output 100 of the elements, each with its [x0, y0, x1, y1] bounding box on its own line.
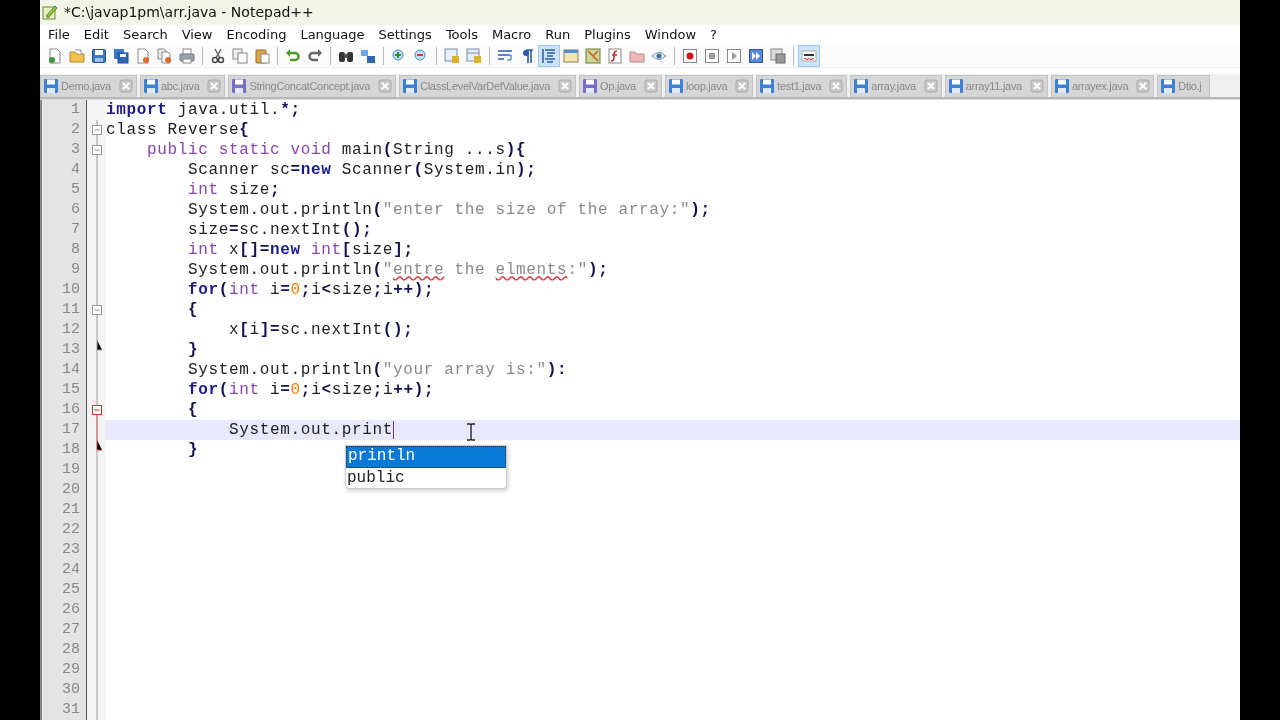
spellcheck-icon[interactable]: [801, 47, 817, 64]
text-cursor-icon: [466, 423, 476, 441]
window-icon[interactable]: [563, 47, 579, 64]
line-number: 13: [61, 340, 81, 360]
folder-icon[interactable]: [69, 47, 85, 64]
line-number: 20: [61, 480, 81, 500]
close-icon[interactable]: [1028, 78, 1045, 95]
close-icon[interactable]: [922, 78, 939, 95]
line-number: 3: [70, 140, 81, 160]
tab-label: array.java: [871, 80, 916, 93]
suggestion-item[interactable]: println: [346, 446, 506, 468]
tab-label: Demo.java: [61, 80, 111, 93]
tab-label: array11.java: [965, 80, 1022, 93]
printer-icon[interactable]: [179, 47, 195, 64]
line-number: 12: [61, 320, 81, 340]
close-icon[interactable]: [828, 78, 845, 95]
line-number: 31: [61, 700, 81, 720]
stop-icon[interactable]: [704, 47, 720, 64]
line-number: 21: [61, 500, 81, 520]
indent-guide-icon[interactable]: [541, 47, 557, 64]
line-number: 26: [61, 600, 81, 620]
line-number: 28: [61, 640, 81, 660]
document-map-icon[interactable]: [585, 47, 601, 64]
menu-item[interactable]: Run: [539, 27, 579, 43]
line-number: 22: [61, 520, 81, 540]
tab-label: Op.java: [600, 80, 636, 93]
function-list-icon[interactable]: [607, 47, 623, 64]
tab-label: abc.java: [160, 80, 200, 93]
undo-icon[interactable]: [285, 47, 301, 64]
line-number: 18: [61, 440, 81, 460]
redo-icon[interactable]: [307, 47, 323, 64]
line-number: 19: [61, 460, 81, 480]
close-icon[interactable]: [734, 78, 751, 95]
line-number: 11: [61, 300, 81, 320]
tab-label: StringConcatConcept.java: [249, 80, 371, 93]
close-icon[interactable]: [117, 78, 134, 95]
code-line: }: [187, 340, 199, 360]
menu-item[interactable]: Macro: [485, 27, 540, 43]
close-icon[interactable]: [642, 78, 659, 95]
line-number: 6: [70, 200, 81, 220]
word-wrap-icon[interactable]: [497, 47, 513, 64]
zoom-in-icon[interactable]: [391, 47, 407, 64]
menu-item[interactable]: Settings: [372, 27, 440, 43]
line-number: 25: [61, 580, 81, 600]
line-number: 15: [61, 380, 81, 400]
close-icon[interactable]: [1135, 78, 1152, 95]
line-number: 17: [61, 420, 81, 440]
code-line: System.out.println("your array is:"):: [187, 360, 568, 380]
play-icon[interactable]: [726, 47, 742, 64]
window-title: *C:\javap1pm\arr.java - Notepad++: [64, 4, 314, 21]
close-icon[interactable]: [377, 78, 394, 95]
tab-label: test1.java: [777, 80, 822, 93]
tab-label: loop.java: [685, 80, 728, 93]
menu-item[interactable]: Plugins: [578, 27, 639, 43]
line-number: 29: [61, 660, 81, 680]
line-number: 10: [61, 280, 81, 300]
close-icon[interactable]: [557, 78, 574, 95]
code-line: import java.util.*;: [106, 100, 301, 120]
zoom-out-icon[interactable]: [413, 47, 429, 64]
menu-item[interactable]: Edit: [77, 27, 117, 43]
code-line: x[i]=sc.nextInt();: [228, 320, 414, 340]
menu-item[interactable]: File: [42, 27, 78, 43]
line-number: 30: [61, 680, 81, 700]
code-line: System.out.println("enter the size of the array:");: [187, 200, 711, 220]
menu-item[interactable]: Encoding: [220, 27, 295, 43]
code-line: class Reverse{: [106, 120, 250, 140]
record-icon[interactable]: [682, 47, 698, 64]
menu-item[interactable]: Tools: [439, 27, 486, 43]
scissors-icon[interactable]: [210, 47, 226, 64]
suggestion-item[interactable]: public: [346, 468, 506, 488]
code-line: int x[]=new int[size];: [187, 240, 414, 260]
code-line: for(int i=0;i<size;i++);: [187, 280, 435, 300]
line-number: 27: [61, 620, 81, 640]
line-number: 23: [61, 540, 81, 560]
new-file-icon[interactable]: [47, 47, 63, 64]
fast-forward-icon[interactable]: [748, 47, 764, 64]
code-line: for(int i=0;i<size;i++);: [187, 380, 435, 400]
line-number: 8: [70, 240, 81, 260]
close-icon[interactable]: [206, 78, 223, 95]
text-caret: [393, 421, 395, 439]
disks-icon[interactable]: [113, 47, 129, 64]
code-line: System.out.println("entre the elments:");: [187, 260, 609, 280]
code-line: public static void main(String ...s){: [146, 140, 527, 160]
code-line: {: [187, 300, 199, 320]
copy-icon[interactable]: [232, 47, 248, 64]
line-number: 7: [70, 220, 81, 240]
menu-item[interactable]: Window: [638, 27, 705, 43]
menu-item[interactable]: View: [175, 27, 221, 43]
clipboard-icon[interactable]: [254, 47, 270, 64]
tab-label: ClassLevelVarDefValue.java: [420, 80, 551, 93]
menu-item[interactable]: ?: [704, 27, 725, 43]
code-line: }: [187, 440, 199, 460]
code-line: size=sc.nextInt();: [187, 220, 373, 240]
close-file-icon[interactable]: [135, 47, 151, 64]
close-files-icon[interactable]: [157, 47, 173, 64]
menu-item[interactable]: Search: [116, 27, 176, 43]
code-line: Scanner sc=new Scanner(System.in);: [187, 160, 537, 180]
line-number: 24: [61, 560, 81, 580]
notepad-icon: [42, 4, 58, 21]
menu-item[interactable]: Language: [294, 27, 373, 43]
